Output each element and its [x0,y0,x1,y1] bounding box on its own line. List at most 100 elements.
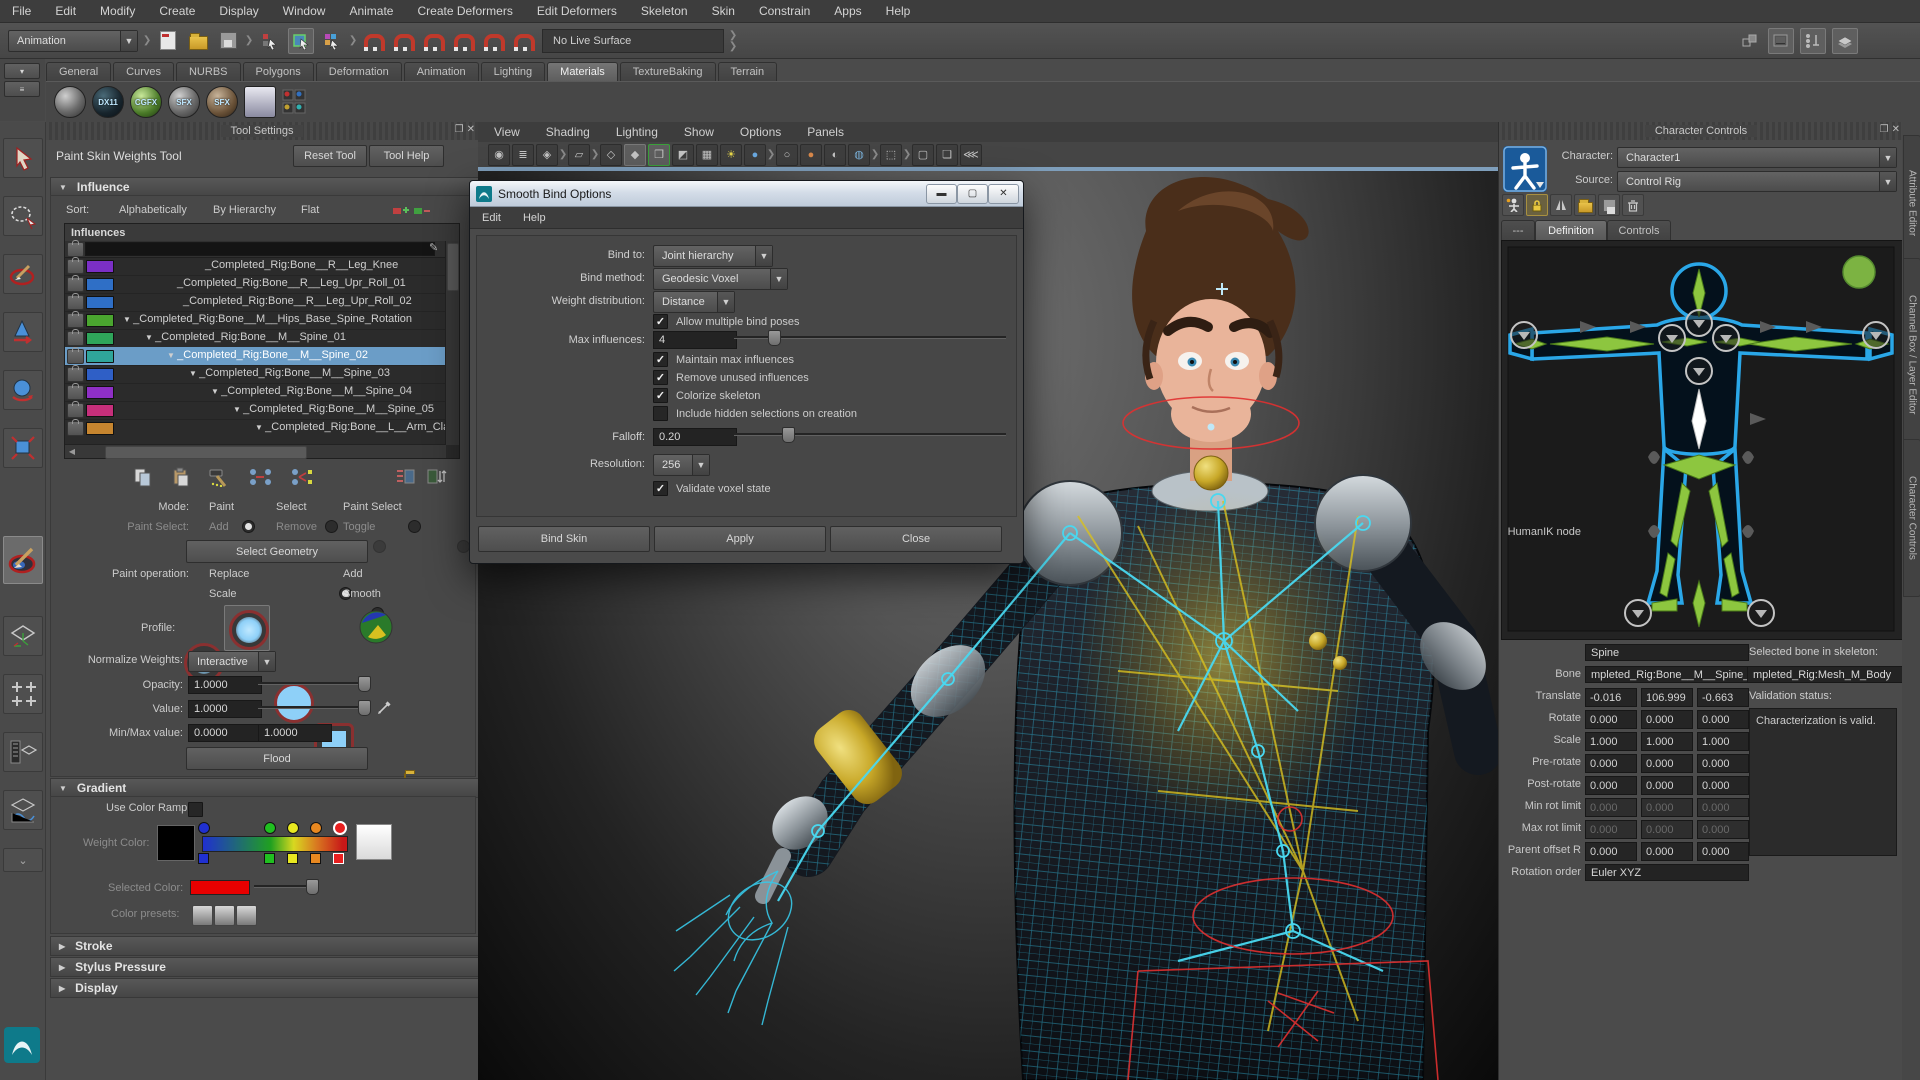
paste-weights-icon[interactable] [170,467,192,487]
color-preset-2[interactable] [214,905,235,926]
influence-row[interactable]: _Completed_Rig:Bone__R__Leg_Upr_Roll_02 [65,293,446,312]
weight-color-black-swatch[interactable] [157,825,195,861]
rotation-order-field[interactable]: Euler XYZ [1585,864,1749,881]
rotate-z-field[interactable]: 0.000 [1697,710,1749,729]
translate-y-field[interactable]: 106.999 [1641,688,1693,707]
construction-history-toggle[interactable] [1738,29,1762,53]
textured-mode-icon[interactable]: ❒ [648,144,670,166]
menu-constrain[interactable]: Constrain [759,4,810,18]
viewport-menu-show[interactable]: Show [684,125,714,139]
influences-vertical-scrollbar[interactable] [445,241,459,445]
save-skeleton-definition-button[interactable] [1598,194,1620,216]
expand-arrow-icon[interactable]: ▼ [211,387,221,396]
max-value-field[interactable]: 1.0000 [258,724,332,742]
cgfx-shader-shelf-button[interactable]: CGFX [130,86,162,118]
sfx-brown-shader-shelf-button[interactable]: SFX [206,86,238,118]
opacity-slider[interactable] [258,676,370,690]
pick-influence-icon[interactable]: ✎ [429,241,438,254]
influence-color-swatch[interactable] [86,386,114,399]
value-slider[interactable] [258,700,370,714]
shelf-tab-selector-button[interactable]: ▾ [4,63,40,79]
scale-x-field[interactable]: 1.000 [1585,732,1637,751]
include-hidden-selections-checkbox[interactable] [653,406,668,421]
viewport-menu-options[interactable]: Options [740,125,781,139]
ramp-stop-blue[interactable] [198,853,209,864]
influence-row[interactable]: ▼ _Completed_Rig:Bone__L__Arm_Clav [65,419,446,446]
swap-weights-icon[interactable] [290,467,316,487]
menu-create[interactable]: Create [159,4,195,18]
value-field[interactable]: 1.0000 [188,700,262,718]
lock-icon[interactable] [67,403,84,418]
influence-row[interactable]: ▼ _Completed_Rig:Bone__M__Hips_Base_Spin… [65,311,446,330]
attribute-editor-tab[interactable]: Attribute Editor [1903,135,1920,271]
color-swatches-shelf-button[interactable] [282,89,306,115]
toolbar-separator[interactable]: ❯ [350,30,356,52]
motion-blur-icon[interactable]: ◍ [848,144,870,166]
panel-dock-icon[interactable]: ❐ [1880,124,1889,135]
menu-modify[interactable]: Modify [100,4,135,18]
snap-to-grid-button[interactable] [362,29,386,53]
make-live-button[interactable] [512,29,536,53]
lock-icon[interactable] [67,367,84,382]
scale-z-field[interactable]: 1.000 [1697,732,1749,751]
pre-rotate-y-field[interactable]: 0.000 [1641,754,1693,773]
shadows-icon[interactable]: ● [744,144,766,166]
dialog-menu-help[interactable]: Help [523,212,546,224]
max-influences-slider[interactable] [734,330,1006,344]
influence-row[interactable]: ▼ _Completed_Rig:Bone__M__Spine_03 [65,365,446,384]
xray-icon[interactable]: ▢ [912,144,934,166]
influence-row[interactable]: ▼ _Completed_Rig:Bone__M__Spine_01 [65,329,446,348]
dx11-shader-shelf-button[interactable]: DX11 [92,86,124,118]
create-character-button[interactable] [1502,194,1524,216]
post-rotate-y-field[interactable]: 0.000 [1641,776,1693,795]
sort-alphabetically-label[interactable]: Alphabetically [119,204,187,216]
viewport-menu-lighting[interactable]: Lighting [616,125,658,139]
dialog-titlebar[interactable]: Smooth Bind Options ▬ ▢ ✕ [470,181,1023,207]
current-tool-paint-skin-weights-button[interactable] [3,536,43,584]
paint-select-toggle-radio[interactable] [457,540,470,553]
lock-icon[interactable] [67,259,84,274]
humanik-node-field[interactable]: Spine [1585,644,1749,661]
post-rotate-x-field[interactable]: 0.000 [1585,776,1637,795]
snap-to-projected-center-button[interactable] [452,29,476,53]
paint-operation-smooth-label[interactable]: Smooth [343,588,381,600]
show-list-icon[interactable] [394,467,416,487]
menu-file[interactable]: File [12,4,31,18]
remove-unused-influences-checkbox[interactable]: ✓ [653,370,668,385]
new-scene-button[interactable] [156,29,180,53]
character-controls-titlebar[interactable]: Character Controls ❐✕ [1499,122,1903,140]
layout-more-button[interactable]: ⌄ [3,848,43,872]
shelf-tab-texturebaking[interactable]: TextureBaking [620,62,716,81]
ramp-marker-orange[interactable] [310,822,322,834]
menu-edit[interactable]: Edit [55,4,76,18]
lock-icon[interactable] [67,385,84,400]
lock-icon[interactable] [67,295,84,310]
influence-row[interactable]: ▼ _Completed_Rig:Bone__M__Spine_05 [65,401,446,420]
toolbar-separator[interactable]: ❯ ❯ [730,30,736,52]
mode-paint-select-label[interactable]: Paint Select [343,501,402,513]
layout-persp-graph-button[interactable] [3,790,43,830]
influence-color-swatch[interactable] [86,278,114,291]
menu-skin[interactable]: Skin [712,4,735,18]
layout-four-pane-button[interactable] [3,674,43,714]
sort-by-hierarchy-label[interactable]: By Hierarchy [213,204,276,216]
menu-create-deformers[interactable]: Create Deformers [417,4,512,18]
shaded-mode-icon[interactable]: ◆ [624,144,646,166]
ramp-stop-yellow[interactable] [287,853,298,864]
node-graph-icon[interactable]: ⋘ [960,144,982,166]
normalize-weights-dropdown[interactable]: Interactive▼ [188,651,276,672]
rotate-tool-button[interactable] [3,370,43,410]
snap-to-point-button[interactable] [422,29,446,53]
falloff-slider[interactable] [734,427,1006,441]
lock-icon[interactable] [67,349,84,364]
source-dropdown[interactable]: Control Rig▼ [1617,171,1897,192]
influence-color-swatch[interactable] [86,296,114,309]
influence-row-selected[interactable]: ▼ _Completed_Rig:Bone__M__Spine_02 [65,347,446,366]
paint-operation-scale-label[interactable]: Scale [209,588,237,600]
bone-field[interactable]: mpleted_Rig:Bone__M__Spine_01 [1585,666,1749,683]
select-camera-icon[interactable]: ◉ [488,144,510,166]
wireframe-mode-icon[interactable]: ◇ [600,144,622,166]
toolbar-separator[interactable]: ❯ [246,30,252,52]
lock-icon[interactable] [67,331,84,346]
influence-color-swatch[interactable] [86,260,114,273]
